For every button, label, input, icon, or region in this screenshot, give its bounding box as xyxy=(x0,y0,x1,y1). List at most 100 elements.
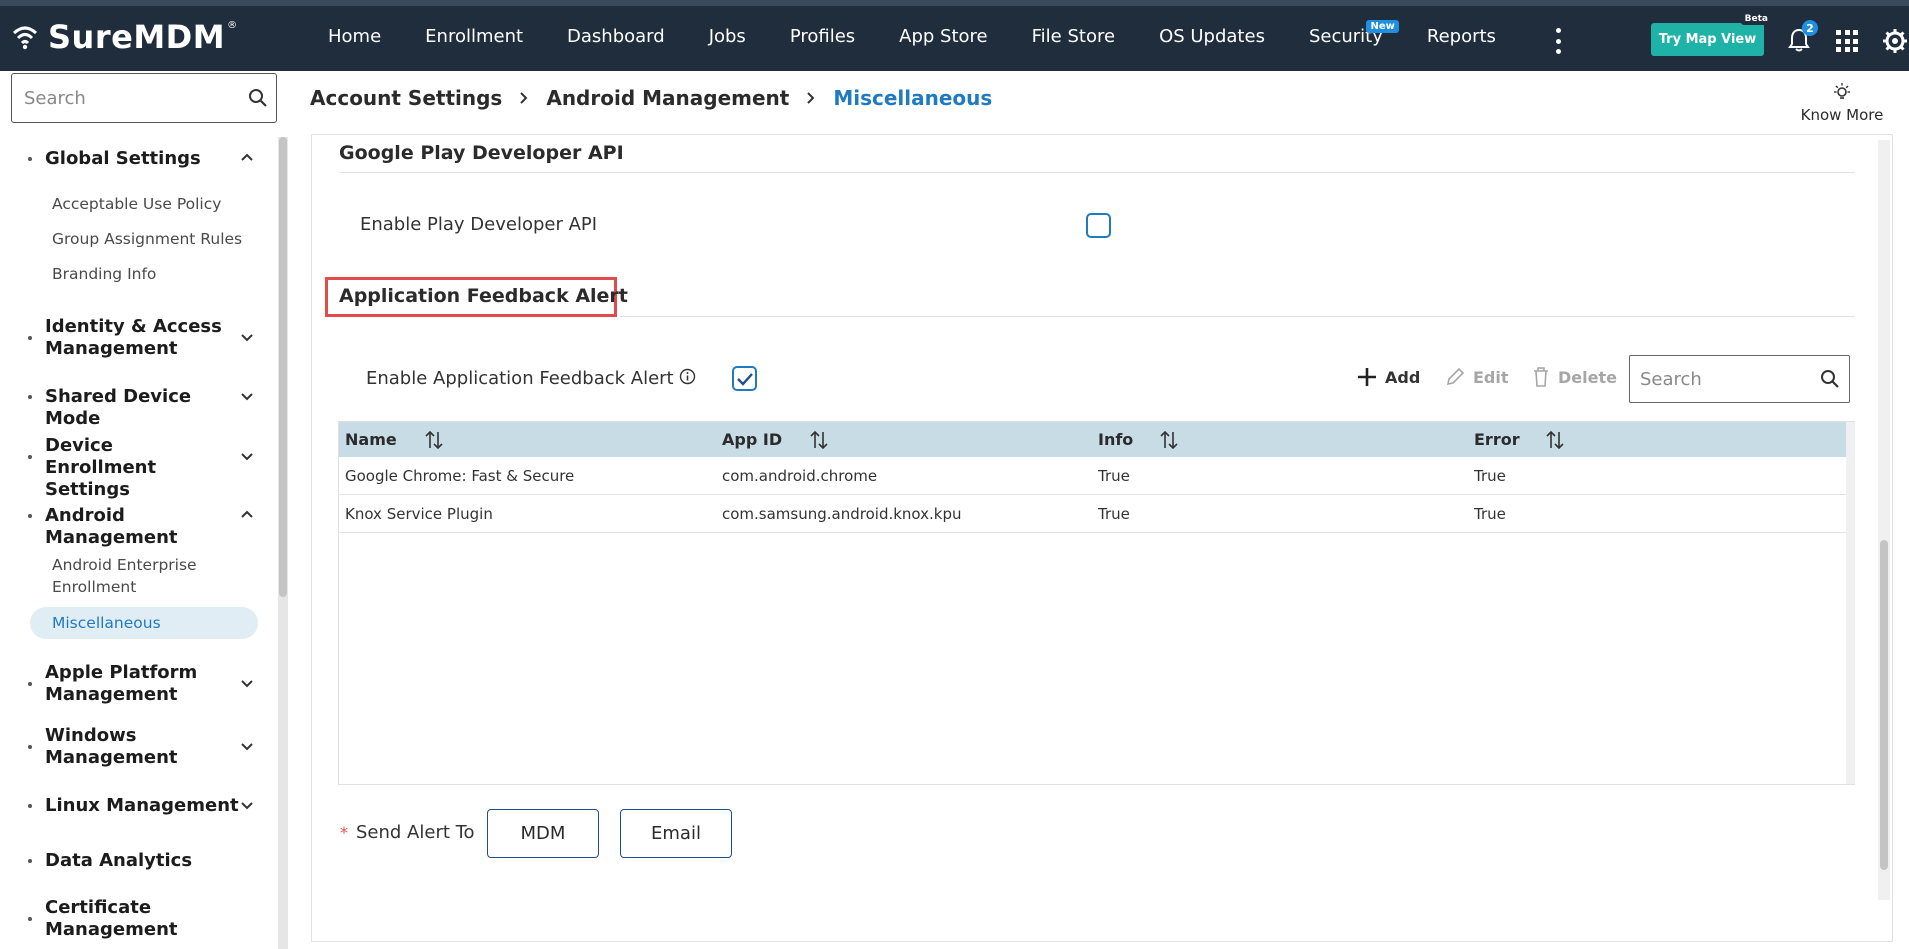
search-icon[interactable] xyxy=(248,88,268,108)
suremdm-logo[interactable]: SureMDM ® xyxy=(12,18,237,56)
sidebar-item-miscellaneous[interactable]: Miscellaneous xyxy=(30,607,258,639)
sidebar-group-shared-device-mode[interactable]: Shared Device Mode xyxy=(28,386,258,429)
sidebar-group-data-analytics[interactable]: Data Analytics xyxy=(28,850,258,872)
nav-dashboard[interactable]: Dashboard xyxy=(567,26,665,47)
sidebar-search-placeholder: Search xyxy=(24,87,86,109)
cell-app-id: com.android.chrome xyxy=(722,467,878,485)
add-button[interactable]: Add xyxy=(1357,367,1420,387)
nav-os-updates[interactable]: OS Updates xyxy=(1159,26,1265,47)
top-navigation-bar: SureMDM ® Home Enrollment Dashboard Jobs … xyxy=(0,0,1909,71)
checkmark-icon xyxy=(737,373,753,386)
chevron-down-icon xyxy=(241,743,253,751)
cell-error: True xyxy=(1474,505,1506,523)
edit-button[interactable]: Edit xyxy=(1445,367,1509,387)
info-icon[interactable] xyxy=(679,368,696,385)
send-alert-mdm-button[interactable]: MDM xyxy=(487,809,599,858)
plus-icon xyxy=(1358,368,1376,386)
divider xyxy=(339,172,1855,173)
sort-icon[interactable] xyxy=(425,430,443,450)
registered-mark: ® xyxy=(227,19,238,31)
enable-feedback-alert-label: Enable Application Feedback Alert xyxy=(366,368,674,389)
cell-info: True xyxy=(1098,467,1130,485)
chevron-down-icon xyxy=(241,453,253,461)
know-more-button[interactable]: Know More xyxy=(1798,82,1886,124)
section-title-play-developer-api: Google Play Developer API xyxy=(339,142,624,164)
sidebar-group-certificate-management[interactable]: Certificate Management xyxy=(28,897,258,941)
chevron-right-icon xyxy=(807,92,815,104)
lightbulb-icon xyxy=(1834,83,1850,99)
know-more-label: Know More xyxy=(1800,106,1884,124)
apps-grid-icon[interactable] xyxy=(1836,30,1858,52)
more-options-icon[interactable] xyxy=(1554,28,1562,54)
cell-info: True xyxy=(1098,505,1130,523)
pencil-icon xyxy=(1446,367,1465,386)
sort-icon[interactable] xyxy=(810,430,828,450)
cell-app-id: com.samsung.android.knox.kpu xyxy=(722,505,962,523)
sidebar-group-android-management[interactable]: Android Management xyxy=(28,505,258,548)
breadcrumb-android-management[interactable]: Android Management xyxy=(546,86,789,110)
chevron-up-icon xyxy=(241,510,253,518)
try-map-view-label: Try Map View xyxy=(1658,32,1757,47)
chevron-down-icon xyxy=(241,334,253,342)
chevron-down-icon xyxy=(241,802,253,810)
chevron-right-icon xyxy=(520,92,528,104)
sidebar-group-identity-access[interactable]: Identity & Access Management xyxy=(28,316,258,360)
table-row[interactable]: Knox Service Plugin com.samsung.android.… xyxy=(339,495,1846,533)
nav-security[interactable]: Security New xyxy=(1309,20,1399,47)
send-alert-to-label: * Send Alert To xyxy=(340,822,475,843)
nav-profiles[interactable]: Profiles xyxy=(790,26,855,47)
sidebar-item-group-assignment-rules[interactable]: Group Assignment Rules xyxy=(52,228,262,250)
notification-count: 2 xyxy=(1802,20,1818,36)
enable-play-api-label: Enable Play Developer API xyxy=(360,214,598,235)
try-map-view-button[interactable]: Try Map View Beta xyxy=(1651,13,1772,56)
panel-scrollbar[interactable] xyxy=(1878,140,1890,900)
sidebar-group-linux[interactable]: Linux Management xyxy=(28,795,258,817)
search-icon[interactable] xyxy=(1820,369,1840,389)
sidebar-item-acceptable-use-policy[interactable]: Acceptable Use Policy xyxy=(52,193,262,215)
nav-enrollment[interactable]: Enrollment xyxy=(425,26,523,47)
table-header: Name App ID Info Error xyxy=(339,422,1846,457)
feedback-alert-table: Name App ID Info Error Google Chrome: Fa… xyxy=(338,421,1855,785)
nav-app-store[interactable]: App Store xyxy=(899,26,987,47)
table-search-placeholder: Search xyxy=(1640,368,1702,390)
sidebar-scrollbar[interactable] xyxy=(278,137,288,949)
send-alert-email-button[interactable]: Email xyxy=(620,809,732,858)
breadcrumb-account-settings[interactable]: Account Settings xyxy=(310,86,502,110)
notifications-bell-icon[interactable]: 2 xyxy=(1788,20,1818,54)
sidebar-group-global-settings[interactable]: Global Settings xyxy=(28,148,258,170)
table-row[interactable]: Google Chrome: Fast & Secure com.android… xyxy=(339,457,1846,495)
beta-badge: Beta xyxy=(1740,13,1772,25)
main-nav: Home Enrollment Dashboard Jobs Profiles … xyxy=(328,20,1496,47)
settings-sidebar: Search Global Settings Acceptable Use Po… xyxy=(0,71,288,949)
enable-play-api-checkbox[interactable] xyxy=(1086,213,1111,238)
new-badge: New xyxy=(1366,20,1399,33)
chevron-down-icon xyxy=(241,393,253,401)
enable-feedback-alert-checkbox[interactable] xyxy=(732,366,757,391)
column-header-error[interactable]: Error xyxy=(1474,422,1564,457)
sidebar-group-apple-platform[interactable]: Apple Platform Management xyxy=(28,662,258,706)
settings-gear-icon[interactable] xyxy=(1882,28,1908,54)
sidebar-group-windows[interactable]: Windows Management xyxy=(28,725,258,769)
sidebar-group-device-enrollment-settings[interactable]: Device Enrollment Settings xyxy=(28,435,258,500)
column-header-info[interactable]: Info xyxy=(1098,422,1178,457)
sidebar-item-branding-info[interactable]: Branding Info xyxy=(52,263,262,285)
nav-file-store[interactable]: File Store xyxy=(1032,26,1115,47)
brand-name: SureMDM xyxy=(48,18,226,56)
column-header-app-id[interactable]: App ID xyxy=(722,422,828,457)
nav-reports[interactable]: Reports xyxy=(1427,26,1496,47)
sort-icon[interactable] xyxy=(1160,430,1178,450)
cell-error: True xyxy=(1474,467,1506,485)
sidebar-search-input[interactable]: Search xyxy=(11,73,277,123)
table-scrollbar[interactable] xyxy=(1846,422,1855,784)
sidebar-item-android-enterprise-enrollment[interactable]: Android Enterprise Enrollment xyxy=(52,554,242,598)
sort-icon[interactable] xyxy=(1546,430,1564,450)
column-header-name[interactable]: Name xyxy=(345,422,443,457)
required-mark: * xyxy=(340,823,348,842)
cell-name: Google Chrome: Fast & Secure xyxy=(345,467,575,485)
breadcrumb-miscellaneous: Miscellaneous xyxy=(833,86,993,110)
delete-button[interactable]: Delete xyxy=(1532,367,1617,387)
nav-jobs[interactable]: Jobs xyxy=(709,26,746,47)
wifi-logo-icon xyxy=(12,26,38,50)
nav-home[interactable]: Home xyxy=(328,26,381,47)
table-search-input[interactable]: Search xyxy=(1629,355,1850,403)
